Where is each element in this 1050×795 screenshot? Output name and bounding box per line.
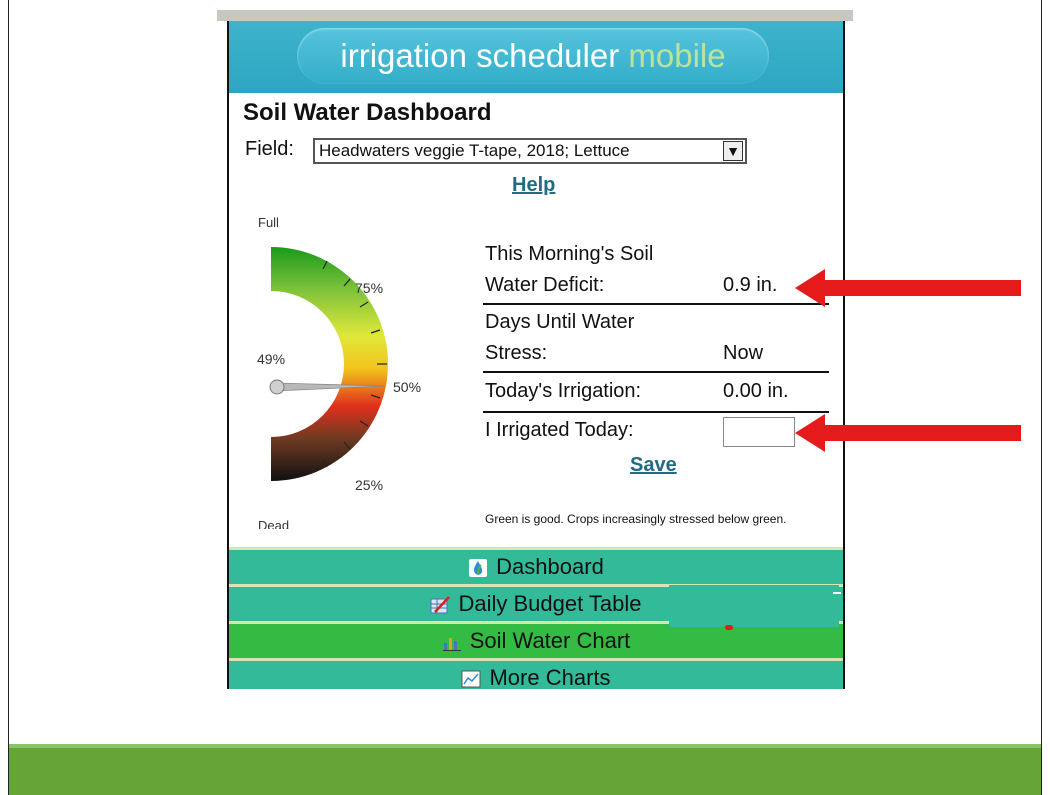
nav-item-label: Dashboard xyxy=(496,554,604,579)
bottom-nav: Dashboard Daily Budget Table Soil Water … xyxy=(229,547,843,689)
stress-value: Now xyxy=(723,342,764,364)
gauge-tick-25: 25% xyxy=(355,477,383,493)
deficit-label-line2: Water Deficit: xyxy=(485,274,605,296)
deficit-row: This Morning's Soil Water Deficit: 0.9 i… xyxy=(483,237,829,305)
irrigation-value: 0.00 in. xyxy=(723,380,789,402)
red-mark xyxy=(725,625,733,630)
field-select-value: Headwaters veggie T-tape, 2018; Lettuce xyxy=(319,141,630,160)
irrigation-label: Today's Irrigation: xyxy=(485,380,642,402)
irrigated-today-row: I Irrigated Today: xyxy=(483,413,829,449)
nav-item-more-charts[interactable]: More Charts xyxy=(229,658,843,689)
stress-label-line2: Stress: xyxy=(485,342,548,364)
nav-item-label: Daily Budget Table xyxy=(458,591,642,616)
save-link[interactable]: Save xyxy=(630,454,677,477)
soil-water-summary: This Morning's Soil Water Deficit: 0.9 i… xyxy=(483,237,829,449)
gauge-label-dead: Dead xyxy=(258,518,289,529)
field-select[interactable]: Headwaters veggie T-tape, 2018; Lettuce … xyxy=(313,138,747,164)
app-logo[interactable]: irrigation scheduler mobile xyxy=(297,28,769,84)
gauge-tick-75: 75% xyxy=(355,280,383,296)
overlay-patch xyxy=(669,585,839,627)
mobile-app-screenshot: irrigation scheduler mobile Soil Water D… xyxy=(227,21,845,689)
deficit-label-line1: This Morning's Soil xyxy=(485,243,654,265)
soil-water-gauge: Full 75% 50% 25% 49% Dead xyxy=(257,215,421,529)
gauge-label-full: Full xyxy=(258,215,279,230)
irrigation-row: Today's Irrigation: 0.00 in. xyxy=(483,373,829,413)
screenshot-top-edge xyxy=(217,10,853,21)
nav-item-label: More Charts xyxy=(489,665,611,689)
table-pencil-icon xyxy=(430,596,451,614)
bar-chart-icon xyxy=(442,638,461,652)
help-link[interactable]: Help xyxy=(512,174,555,197)
stress-label-line1: Days Until Water xyxy=(485,311,635,333)
stress-row: Days Until Water Stress: Now xyxy=(483,305,829,373)
gauge-current-value: 49% xyxy=(257,351,285,367)
line-chart-icon xyxy=(461,670,481,688)
nav-item-label: Soil Water Chart xyxy=(469,628,631,653)
app-banner: irrigation scheduler mobile xyxy=(229,21,843,93)
slide-footer-band xyxy=(9,744,1041,795)
gauge-note: Green is good. Crops increasingly stress… xyxy=(485,512,787,526)
overlay-dash xyxy=(833,592,841,594)
deficit-value: 0.9 in. xyxy=(723,274,778,296)
page-title: Soil Water Dashboard xyxy=(243,99,492,126)
chevron-down-icon[interactable]: ▼ xyxy=(723,141,743,161)
droplet-leaf-icon xyxy=(469,559,488,578)
annotation-arrow-irrigated-input xyxy=(795,414,1021,452)
nav-item-dashboard[interactable]: Dashboard xyxy=(229,547,843,584)
irrigated-today-input[interactable] xyxy=(723,417,795,447)
field-label: Field: xyxy=(245,138,294,160)
irrigated-today-label: I Irrigated Today: xyxy=(485,419,634,441)
gauge-needle-hub xyxy=(269,379,285,395)
annotation-arrow-deficit xyxy=(795,269,1021,307)
app-logo-text: irrigation scheduler xyxy=(340,37,629,74)
gauge-tick-50: 50% xyxy=(393,379,421,395)
app-logo-accent: mobile xyxy=(628,37,726,74)
